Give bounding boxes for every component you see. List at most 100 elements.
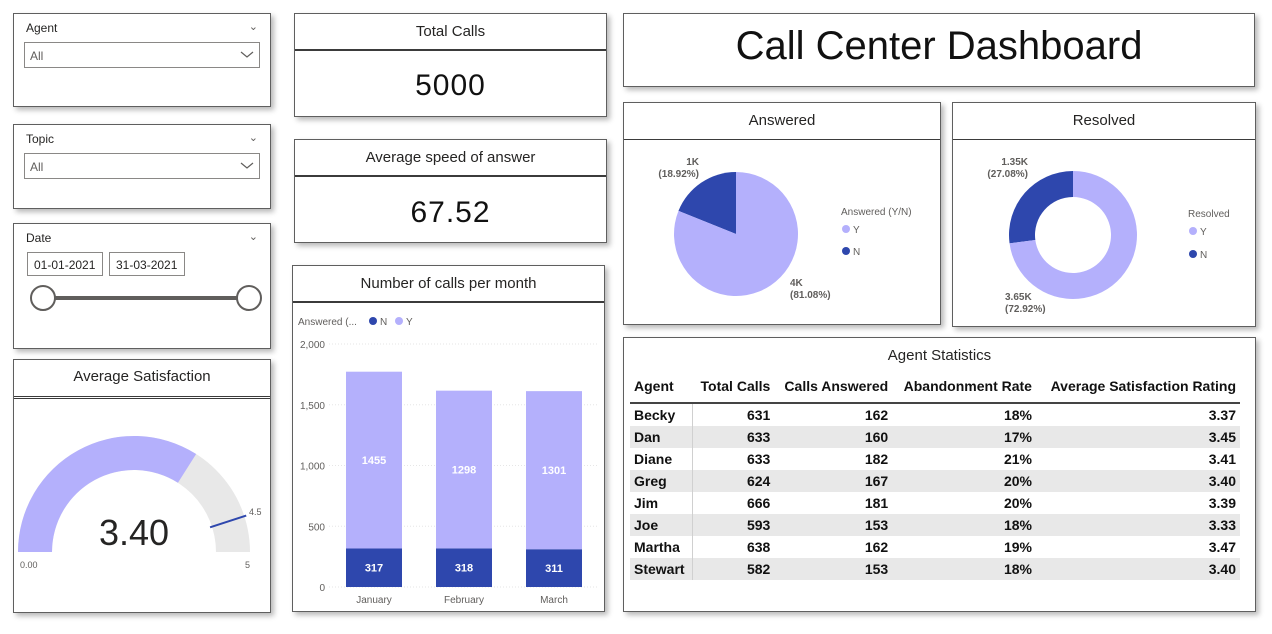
satisfaction-cell: 3.40 — [1035, 470, 1240, 492]
calls-answered-cell: 182 — [864, 451, 889, 467]
legend-y-marker — [395, 317, 403, 325]
table-row[interactable]: Martha 638 162 19% 3.47 — [630, 536, 1240, 558]
resolved-n-label-bottom: (27.08%) — [987, 169, 1028, 180]
satisfaction-cell: 3.37 — [1208, 407, 1236, 423]
total-calls-cell: 593 — [692, 514, 775, 536]
total-calls-card: Total Calls 5000 — [294, 13, 607, 117]
total-calls-cell: 631 — [746, 407, 771, 423]
resolved-y-label-top: 3.65K — [1005, 292, 1032, 303]
resolved-card: Resolved Resolved Y N 1.35K (27.08%) 3.6… — [952, 102, 1256, 327]
chevron-down-icon[interactable]: ⌄ — [249, 230, 258, 243]
agent-slicer-title: Agent — [26, 21, 58, 35]
table-row[interactable]: Becky 631 162 18% 3.37 — [630, 403, 1240, 426]
resolved-donut-chart: Resolved Y N 1.35K (27.08%) 3.65K (72.92… — [987, 157, 1230, 315]
satisfaction-cell: 3.41 — [1208, 451, 1236, 467]
gauge-title: Average Satisfaction — [14, 360, 270, 399]
resolved-n-label-top: 1.35K — [1001, 157, 1028, 168]
abandonment-rate-cell: 20% — [892, 470, 1036, 492]
average-speed-card: Average speed of answer 67.52 — [294, 139, 607, 243]
agent-cell: Stewart — [630, 558, 693, 580]
abandonment-rate-cell: 21% — [1003, 451, 1032, 467]
answered-n-label-top: 1K — [686, 157, 700, 168]
calls-answered-cell: 181 — [864, 495, 889, 511]
col-header-agent[interactable]: Agent — [630, 374, 693, 404]
abandonment-rate-cell: 20% — [1003, 495, 1032, 511]
dashboard-title: Call Center Dashboard — [735, 24, 1143, 68]
x-tick-label: February — [444, 595, 484, 606]
bar-value-label: 1298 — [452, 465, 476, 477]
resolved-legend-n: N — [1200, 250, 1207, 261]
gauge-target-label: 4.5 — [249, 507, 262, 517]
slice-n[interactable] — [1009, 171, 1073, 244]
topic-dropdown[interactable]: All — [24, 153, 260, 179]
date-range-slider[interactable] — [26, 282, 266, 314]
total-calls-cell: 666 — [746, 495, 771, 511]
satisfaction-cell: 3.47 — [1208, 539, 1236, 555]
abandonment-rate-cell: 18% — [892, 558, 1036, 580]
table-row[interactable]: Dan 633 160 17% 3.45 — [630, 426, 1240, 448]
bar-value-label: 317 — [365, 563, 383, 575]
start-date-input[interactable]: 01-01-2021 — [27, 252, 103, 276]
resolved-legend-y: Y — [1200, 227, 1207, 238]
total-calls-title: Total Calls — [295, 14, 606, 51]
answered-legend-y: Y — [853, 225, 860, 236]
agent-dropdown[interactable]: All — [24, 42, 260, 68]
y-tick-label: 500 — [308, 522, 325, 533]
calls-answered-cell: 167 — [774, 470, 893, 492]
col-header-calls-answered[interactable]: Calls Answered — [774, 374, 893, 404]
y-tick-label: 0 — [319, 583, 325, 594]
y-tick-label: 1,500 — [300, 401, 325, 412]
satisfaction-cell: 3.39 — [1208, 495, 1236, 511]
table-row[interactable]: Jim 666 181 20% 3.39 — [630, 492, 1240, 514]
resolved-legend-n-marker — [1189, 250, 1197, 258]
agent-cell: Diane — [630, 448, 693, 470]
total-calls-cell: 638 — [746, 539, 771, 555]
chevron-down-icon[interactable]: ⌄ — [249, 20, 258, 33]
calls-answered-cell: 153 — [774, 558, 893, 580]
col-header-abandonment-rate[interactable]: Abandonment Rate — [892, 374, 1036, 404]
table-row[interactable]: Joe 593 153 18% 3.33 — [630, 514, 1240, 536]
end-date-input[interactable]: 31-03-2021 — [109, 252, 185, 276]
answered-legend-y-marker — [842, 225, 850, 233]
answered-card: Answered Answered (Y/N) Y N 1K (18.92%) … — [623, 102, 941, 325]
table-row[interactable]: Stewart 582 153 18% 3.40 — [630, 558, 1240, 580]
col-header-average-satisfaction[interactable]: Average Satisfaction Rating — [1035, 374, 1240, 404]
legend-n-marker — [369, 317, 377, 325]
calls-answered-cell: 162 — [864, 539, 889, 555]
end-slider-handle[interactable] — [236, 285, 262, 311]
chevron-down-icon — [240, 162, 254, 169]
answered-y-label-top: 4K — [790, 278, 804, 289]
calls-per-month-card: Number of calls per month Answered (... … — [292, 265, 605, 612]
answered-n-label-bottom: (18.92%) — [658, 169, 699, 180]
col-header-total-calls[interactable]: Total Calls — [692, 374, 775, 404]
satisfaction-cell: 3.45 — [1035, 426, 1240, 448]
chevron-down-icon — [240, 51, 254, 58]
y-tick-label: 1,000 — [300, 462, 325, 473]
gauge-max-label: 5 — [245, 560, 250, 570]
answered-y-label-bottom: (81.08%) — [790, 290, 831, 301]
table-row[interactable]: Greg 624 167 20% 3.40 — [630, 470, 1240, 492]
answered-pie-chart: Answered (Y/N) Y N 1K (18.92%) 4K (81.08… — [658, 157, 911, 301]
chevron-down-icon[interactable]: ⌄ — [249, 131, 258, 144]
total-calls-cell: 624 — [692, 470, 775, 492]
resolved-legend-title: Resolved — [1188, 209, 1230, 220]
topic-slicer-title: Topic — [26, 132, 55, 146]
agent-cell: Dan — [630, 426, 693, 448]
agent-cell: Martha — [630, 536, 693, 558]
gauge-value: 3.40 — [99, 512, 169, 553]
topic-slicer: Topic ⌄ All — [13, 124, 271, 209]
gauge-min-label: 0.00 — [20, 560, 38, 570]
satisfaction-gauge: 3.40 0.00 5 4.5 — [18, 436, 262, 570]
answered-legend-n-marker — [842, 247, 850, 255]
table-header-row: Agent Total Calls Calls Answered Abandon… — [630, 374, 1240, 404]
calls-chart-title: Number of calls per month — [293, 266, 604, 303]
abandonment-rate-cell: 19% — [1003, 539, 1032, 555]
bar-value-label: 1301 — [542, 465, 566, 477]
x-tick-label: March — [540, 595, 568, 606]
y-tick-label: 2,000 — [300, 340, 325, 351]
table-row[interactable]: Diane 633 182 21% 3.41 — [630, 448, 1240, 470]
satisfaction-cell: 3.33 — [1035, 514, 1240, 536]
start-slider-handle[interactable] — [30, 285, 56, 311]
calls-answered-cell: 153 — [774, 514, 893, 536]
agent-cell: Greg — [630, 470, 693, 492]
